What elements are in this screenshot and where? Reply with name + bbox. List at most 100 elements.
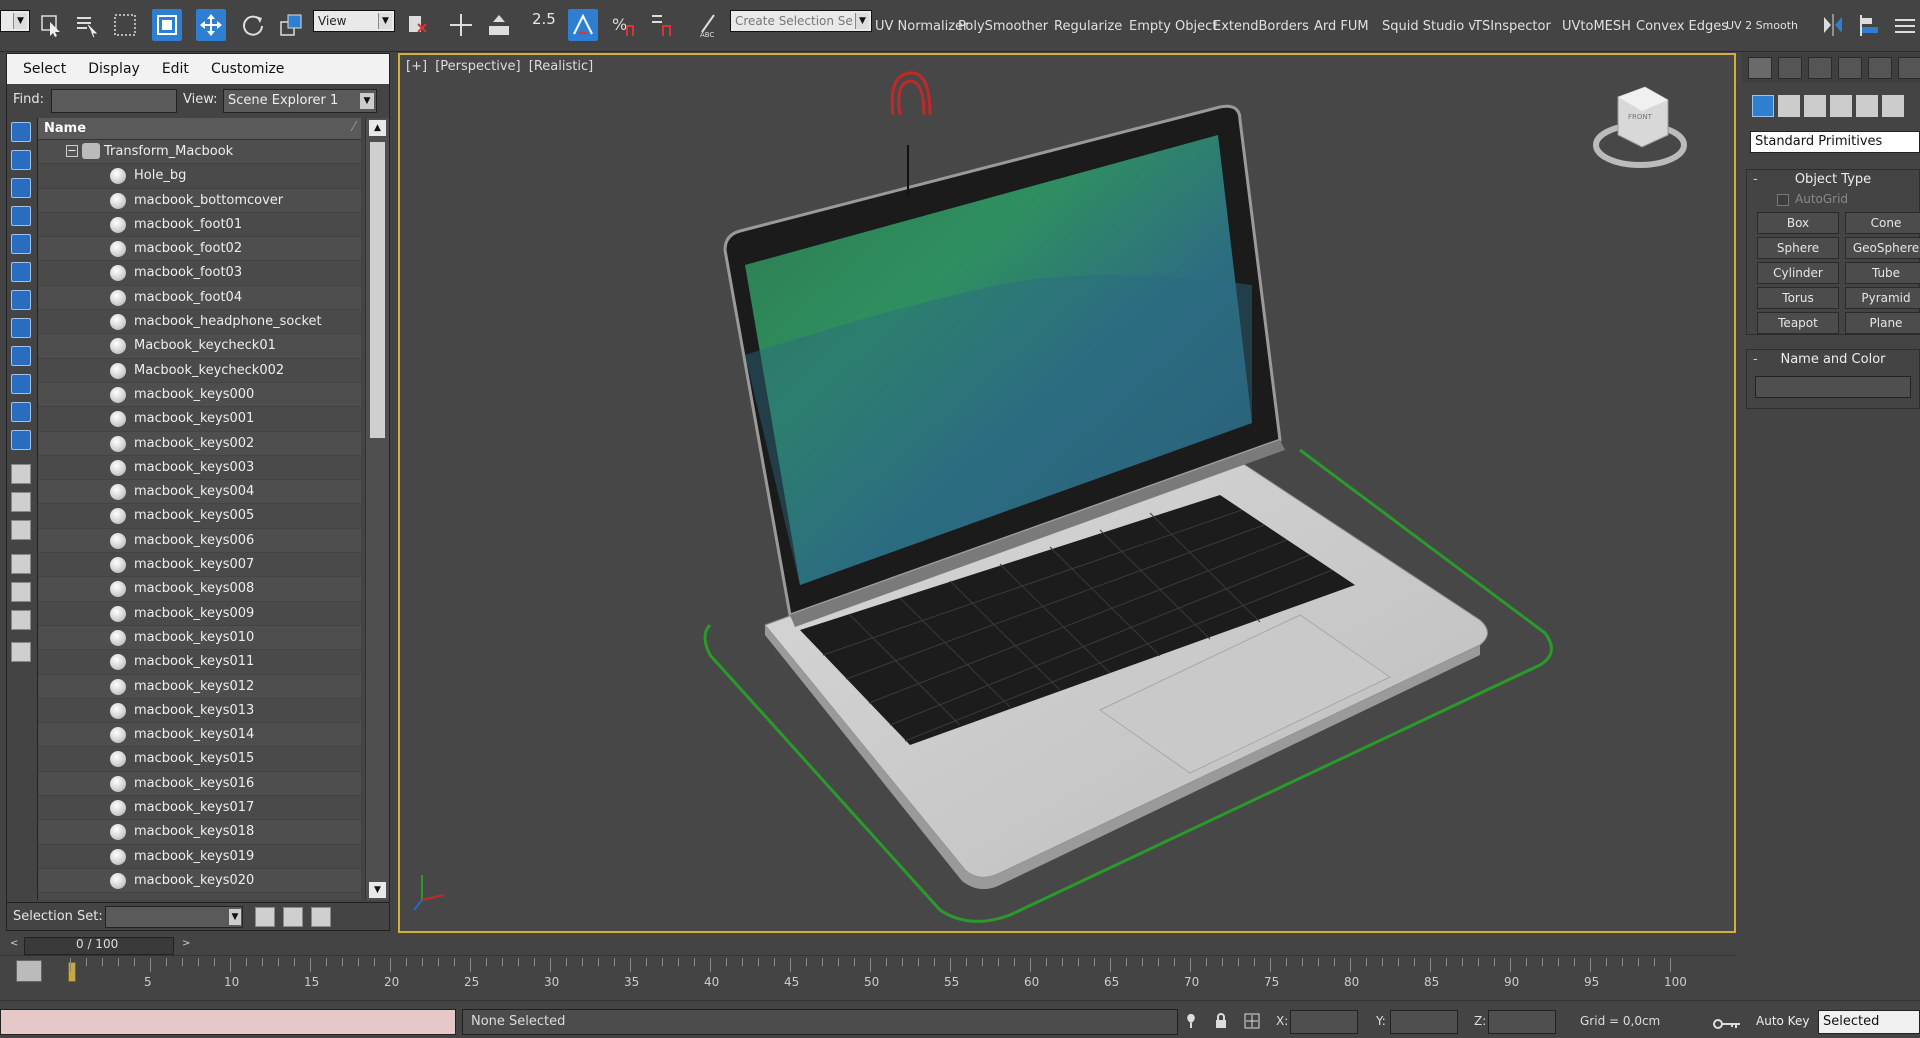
tree-row[interactable]: Macbook_keycheck01 [38, 334, 361, 359]
plugin-empty-object[interactable]: Empty Object [1129, 19, 1217, 34]
layer-manager-button[interactable] [1890, 9, 1920, 41]
filter-icon[interactable] [11, 554, 31, 574]
modify-tab-icon[interactable] [1778, 57, 1802, 79]
display-cameras-icon[interactable] [11, 206, 31, 226]
display-frozen-icon[interactable] [11, 402, 31, 422]
lock-icon[interactable] [11, 642, 31, 662]
display-none-icon[interactable] [11, 492, 31, 512]
tree-row[interactable]: Hole_bg [38, 164, 361, 189]
rotate-button[interactable] [238, 9, 268, 41]
next-frame-icon[interactable]: > [182, 938, 190, 949]
autogrid-checkbox[interactable] [1777, 194, 1789, 206]
perspective-viewport[interactable]: [+] [Perspective] [Realistic] FRONT [398, 53, 1736, 933]
geosphere-button[interactable]: GeoSphere [1845, 237, 1920, 259]
plane-button[interactable]: Plane [1845, 312, 1920, 334]
torus-button[interactable]: Torus [1757, 287, 1839, 309]
x-coordinate-field[interactable] [1290, 1010, 1358, 1034]
tree-row[interactable]: macbook_foot02 [38, 237, 361, 262]
tree-row[interactable]: macbook_keys001 [38, 407, 361, 432]
shapes-category-icon[interactable] [1778, 95, 1800, 117]
tree-row[interactable]: macbook_keys015 [38, 747, 361, 772]
mirror-button[interactable] [1818, 9, 1848, 41]
plugin-polysmoother[interactable]: PolySmoother [958, 19, 1048, 34]
prev-frame-icon[interactable]: < [10, 938, 18, 949]
select-object-button[interactable] [36, 9, 66, 41]
move-button[interactable] [196, 9, 226, 41]
teapot-button[interactable]: Teapot [1757, 312, 1839, 334]
reference-coordinate-dropdown[interactable]: View ▼ [313, 10, 395, 32]
display-lights-icon[interactable] [11, 178, 31, 198]
geometry-category-icon[interactable] [1752, 95, 1774, 117]
select-by-name-button[interactable] [72, 9, 102, 41]
undo-dropdown[interactable]: ▼ [0, 10, 30, 32]
collapse-icon[interactable]: − [66, 145, 78, 157]
hierarchy-tab-icon[interactable] [1808, 57, 1832, 79]
create-tab-icon[interactable] [1748, 57, 1772, 79]
tree-row[interactable]: macbook_keys017 [38, 796, 361, 821]
key-filter-dropdown[interactable]: Selected [1818, 1010, 1920, 1034]
scroll-down-icon[interactable]: ▼ [369, 882, 386, 898]
scale-button[interactable] [276, 9, 306, 41]
keyboard-shortcut-button[interactable] [484, 9, 514, 41]
display-xrefs-icon[interactable] [11, 318, 31, 338]
track-bar[interactable]: 5 10 15 20 25 30 35 40 45 50 55 60 65 70 75 80 85 90 95 100 [0, 955, 1736, 995]
z-coordinate-field[interactable] [1488, 1010, 1556, 1034]
plugin-uv-normalizer[interactable]: UV Normalizer [875, 19, 968, 34]
tree-row[interactable]: macbook_keys016 [38, 771, 361, 797]
tree-row[interactable]: macbook_keys006 [38, 528, 361, 554]
remove-selection-set-icon[interactable] [283, 907, 303, 927]
helpers-category-icon[interactable] [1856, 95, 1878, 117]
tree-row[interactable]: macbook_foot03 [38, 261, 361, 286]
tree-row[interactable]: macbook_keys002 [38, 431, 361, 456]
plugin-tsinspector[interactable]: TSInspector [1474, 19, 1551, 34]
plugin-uvtomesh[interactable]: UVtoMESH [1562, 19, 1631, 34]
plugin-extendborders[interactable]: ExtendBorders [1213, 19, 1309, 34]
align-button[interactable] [1856, 9, 1886, 41]
box-button[interactable]: Box [1757, 212, 1839, 234]
rect-selection-button[interactable] [110, 9, 140, 41]
menu-edit[interactable]: Edit [162, 61, 189, 77]
select-manipulate-button[interactable] [446, 9, 476, 41]
auto-key-button[interactable]: Auto Key [1756, 1014, 1809, 1028]
curve-editor-icon[interactable] [16, 960, 42, 982]
tree-row[interactable]: macbook_keys008 [38, 577, 361, 602]
viewcube-front-label[interactable]: FRONT [1628, 113, 1652, 121]
object-type-header[interactable]: - Object Type [1747, 170, 1919, 190]
tree-row[interactable]: macbook_keys007 [38, 553, 361, 578]
scroll-thumb[interactable] [370, 142, 385, 438]
tree-row[interactable]: macbook_headphone_socket [38, 310, 361, 335]
tree-row[interactable]: macbook_keys011 [38, 650, 361, 675]
tree-row[interactable]: macbook_foot04 [38, 285, 361, 311]
tree-row[interactable]: macbook_keys020 [38, 868, 361, 894]
pyramid-button[interactable]: Pyramid [1845, 287, 1920, 309]
name-and-color-header[interactable]: - Name and Color [1747, 350, 1919, 370]
plugin-uv-2-smooth[interactable]: UV 2 Smooth [1726, 19, 1798, 32]
select-selection-set-icon[interactable] [311, 907, 331, 927]
spinner-snap-button[interactable] [646, 9, 676, 41]
absolute-mode-icon[interactable] [1244, 1013, 1260, 1029]
pivot-center-button[interactable] [402, 9, 432, 41]
tree-row[interactable]: macbook_keys019 [38, 845, 361, 869]
display-all-icon[interactable] [11, 464, 31, 484]
motion-tab-icon[interactable] [1838, 57, 1862, 79]
cameras-category-icon[interactable] [1830, 95, 1852, 117]
display-helpers-icon[interactable] [11, 234, 31, 254]
set-key-icon[interactable] [1712, 1013, 1742, 1029]
layer-filter-icon[interactable] [11, 610, 31, 630]
selection-lock-icon[interactable] [1214, 1013, 1228, 1029]
tree-row[interactable]: macbook_keys014 [38, 723, 361, 748]
sphere-button[interactable]: Sphere [1757, 237, 1839, 259]
tree-row[interactable]: macbook_keys005 [38, 504, 361, 529]
scroll-up-icon[interactable]: ▲ [369, 120, 386, 136]
tree-row[interactable]: Macbook_keycheck002 [38, 359, 361, 383]
plugin-convex-edges[interactable]: Convex Edges [1636, 19, 1728, 34]
primitive-type-dropdown[interactable]: Standard Primitives [1750, 131, 1920, 153]
filter-selected-icon[interactable] [11, 582, 31, 602]
tree-row[interactable]: macbook_keys010 [38, 625, 361, 651]
find-input[interactable] [51, 89, 177, 113]
display-tab-icon[interactable] [1868, 57, 1892, 79]
tree-row[interactable]: macbook_keys000 [38, 382, 361, 408]
menu-display[interactable]: Display [88, 61, 140, 77]
plugin-squid-studio[interactable]: Squid Studio v [1382, 19, 1476, 34]
display-geometry-icon[interactable] [11, 122, 31, 142]
